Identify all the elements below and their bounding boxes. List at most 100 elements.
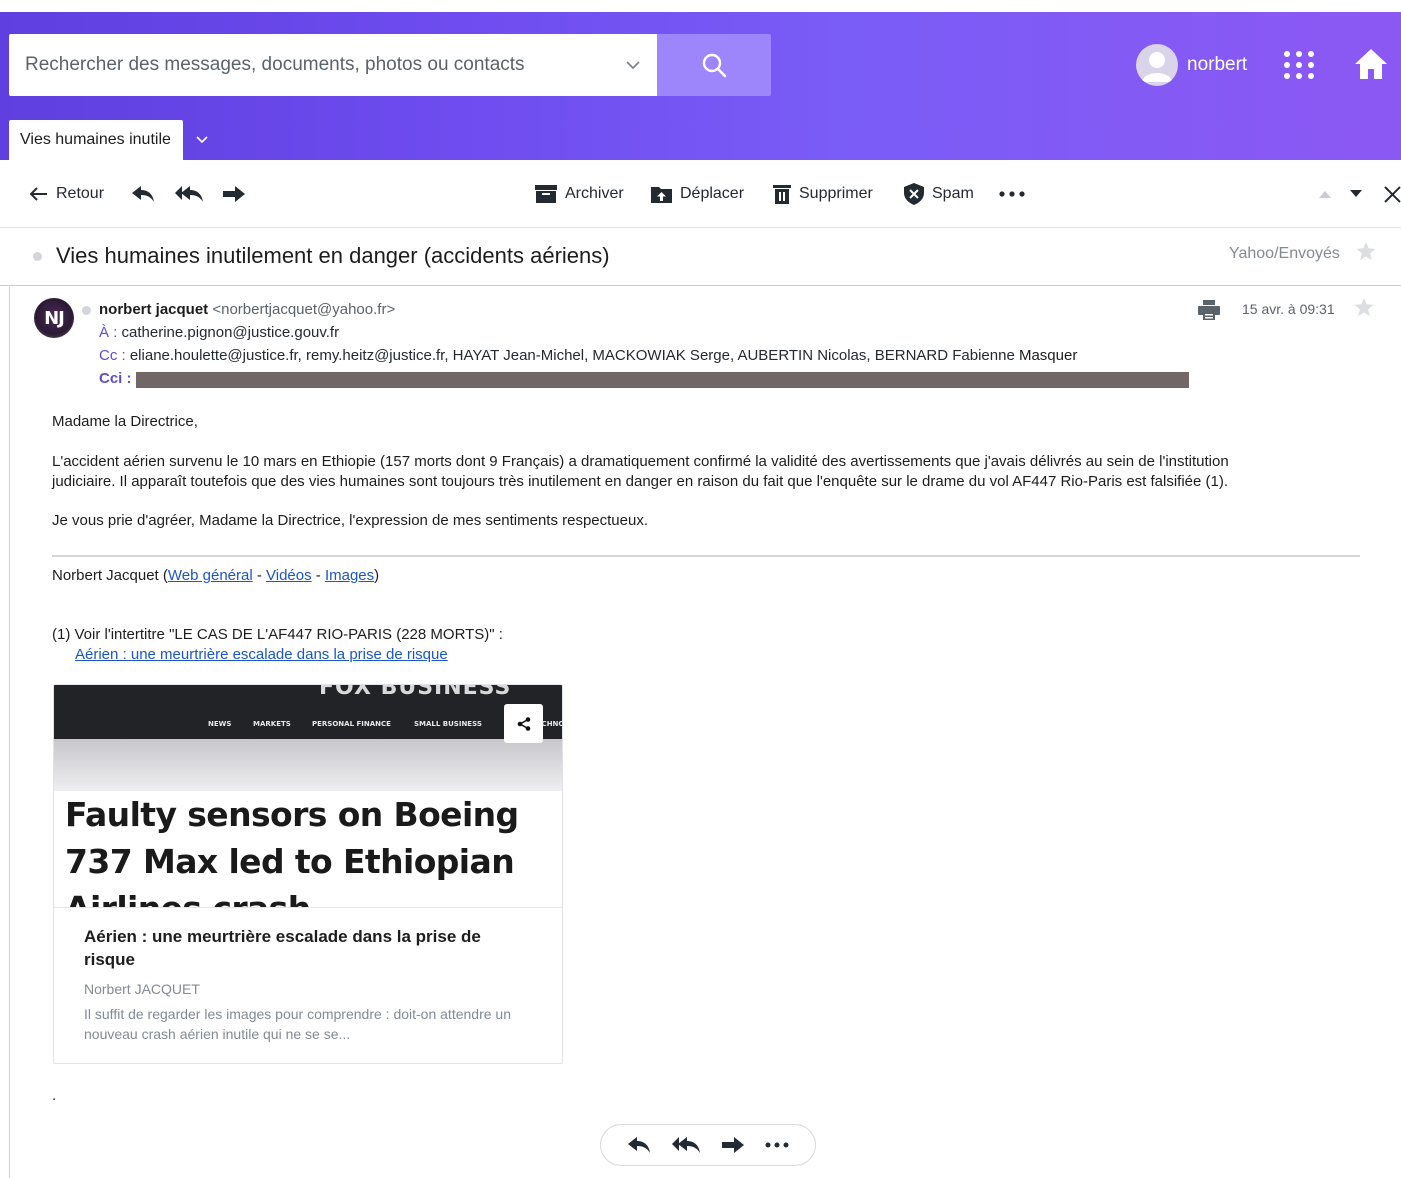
user-menu[interactable]: norbert [1136,44,1247,86]
search-input[interactable] [25,54,609,76]
close-button[interactable] [1384,160,1401,228]
spam-button[interactable]: Spam [904,160,974,228]
card-image-nav-3: SMALL BUSINESS [414,720,482,728]
signature-link-images[interactable]: Images [325,567,374,584]
footnote-text: (1) Voir l'intertitre "LE CAS DE L'AF447… [52,626,503,643]
sender-avatar[interactable]: NJ [34,298,74,338]
arrow-left-icon [30,187,47,201]
star-icon[interactable] [1356,242,1376,266]
paragraph-1-line-1: L'accident aérien survenu le 10 mars en … [52,453,1229,470]
bottom-forward-button[interactable] [721,1136,745,1154]
to-line: À : catherine.pignon@justice.gouv.fr [99,324,339,341]
card-image-fade [54,739,562,791]
page-title: Vies humaines inutilement en danger (acc… [56,243,610,268]
signature: Norbert Jacquet (Web général - Vidéos - … [52,567,379,585]
sender-name[interactable]: norbert jacquet [99,301,208,318]
print-icon[interactable] [1198,300,1220,325]
link-preview-card[interactable]: FOX BUSINESS NEWS MARKETS PERSONAL FINAN… [53,684,563,1064]
search-button[interactable] [657,34,771,96]
presence-dot [82,306,91,315]
trailing-dot: . [52,1087,57,1104]
tab-more-chevron-icon[interactable] [183,120,221,160]
header-top-line [0,0,1401,12]
move-folder-icon [651,187,672,203]
folder-label[interactable]: Yahoo/Envoyés [1229,245,1340,263]
reply-all-icon [175,186,203,202]
signature-link-web[interactable]: Web général [168,567,253,584]
delete-button[interactable]: Supprimer [773,160,873,228]
home-icon[interactable] [1353,47,1389,86]
forward-button[interactable] [222,160,246,228]
message-star-icon[interactable] [1354,298,1374,322]
avatar [1136,44,1178,86]
signature-sep-1: - [252,567,267,584]
archive-icon [535,185,557,203]
footnote-link[interactable]: Aérien : une meurtrière escalade dans la… [75,646,448,664]
card-image-nav-1: MARKETS [253,720,291,728]
bottom-more-button[interactable] [765,1142,789,1148]
forward-icon [722,1137,744,1153]
cc-key: Cc : [99,347,126,364]
back-button[interactable]: Retour [30,160,104,228]
signature-close: ) [374,567,380,584]
reply-icon [132,186,154,202]
bottom-action-bar [600,1124,816,1166]
signature-sep-2: - [311,567,325,584]
search-bar [9,34,771,96]
archive-button[interactable]: Archiver [535,160,624,228]
username-label: norbert [1187,54,1248,75]
reply-all-icon [672,1137,700,1153]
subject-row: Vies humaines inutilement en danger (acc… [0,228,1401,286]
tab-row: Vies humaines inutile [9,120,221,160]
reply-icon [628,1137,650,1153]
search-options-chevron-icon[interactable] [609,34,657,96]
back-label: Retour [56,185,105,202]
apps-grid-icon[interactable] [1283,50,1315,85]
cc-value[interactable]: eliane.houlette@justice.fr, remy.heitz@j… [130,347,1015,364]
spam-shield-icon [904,183,924,205]
signature-name: Norbert Jacquet ( [52,567,168,584]
message-date: 15 avr. à 09:31 [1242,301,1335,317]
card-description: Il suffit de regarder les images pour co… [84,1006,511,1042]
unread-dot[interactable] [33,252,42,261]
share-icon [517,716,530,731]
reply-button[interactable] [131,160,155,228]
search-box [9,34,657,96]
sender-line: norbert jacquet <norbertjacquet@yahoo.fr… [99,301,395,318]
bottom-reply-button[interactable] [627,1136,651,1154]
more-dots-icon [999,191,1025,197]
share-button[interactable] [504,704,543,743]
delete-label: Supprimer [799,185,873,202]
signature-link-videos[interactable]: Vidéos [266,567,312,584]
next-message-button[interactable] [1349,160,1363,228]
sender-email[interactable]: <norbertjacquet@yahoo.fr> [212,301,395,318]
caret-down-icon [1350,190,1362,197]
greeting: Madame la Directrice, [52,413,198,430]
bottom-reply-all-button[interactable] [671,1136,701,1154]
more-dots-icon [765,1142,789,1148]
more-actions-button[interactable] [999,160,1025,228]
trash-icon [773,185,791,204]
card-image-logo: FOX BUSINESS [319,685,512,700]
bcc-redaction [136,372,1189,388]
message-toolbar: Retour Archiver Déplacer Supprimer Spam [0,160,1401,228]
move-button[interactable]: Déplacer [651,160,744,228]
tab-message[interactable]: Vies humaines inutile [9,120,183,160]
forward-icon [223,186,245,202]
bcc-line: Cci : [99,370,132,387]
close-icon [1384,185,1401,203]
card-author: Norbert JACQUET [84,981,200,997]
signature-divider [52,555,1360,557]
previous-message-button[interactable] [1318,160,1332,228]
caret-up-icon [1319,191,1331,198]
reply-all-button[interactable] [174,160,204,228]
card-image-headline: Faulty sensors on Boeing 737 Max led to … [65,795,519,907]
hide-recipients-link[interactable]: Masquer [1019,347,1077,364]
to-value[interactable]: catherine.pignon@justice.gouv.fr [122,324,340,341]
spam-label: Spam [932,185,974,202]
card-title[interactable]: Aérien : une meurtrière escalade dans la… [84,925,524,971]
header-bar: norbert Vies humaines inutile [0,0,1401,160]
search-icon [702,53,727,78]
bcc-key: Cci : [99,370,132,387]
move-label: Déplacer [680,185,745,202]
